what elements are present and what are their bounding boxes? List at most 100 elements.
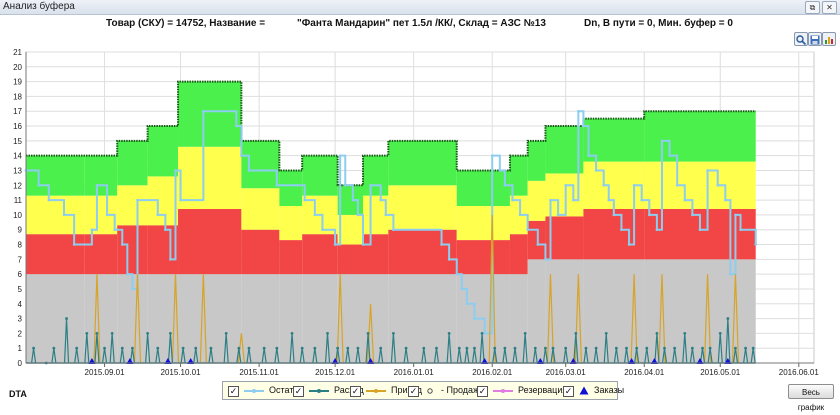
zone-yellow [644, 161, 756, 209]
point-ostatok [235, 124, 238, 128]
legend-checkbox[interactable]: ✓ [293, 386, 304, 397]
point-ostatok [313, 213, 317, 217]
point-rashod [473, 346, 476, 350]
point-ostatok [571, 198, 575, 202]
y-tick-label: 1 [18, 344, 23, 353]
y-tick-label: 15 [13, 137, 22, 146]
point-ostatok [460, 287, 464, 291]
legend-item-zakazy[interactable]: ✓ Заказы [563, 384, 624, 397]
point-ostatok [549, 198, 552, 202]
point-ostatok [587, 154, 590, 157]
zone-gray [509, 274, 528, 363]
zone-gray [302, 274, 338, 363]
point-rashod [181, 346, 185, 350]
point-rashod [683, 331, 687, 335]
legend-item-ostatok[interactable]: ✓ Остаток [228, 384, 302, 397]
full-chart-button[interactable]: Весь график [788, 384, 834, 412]
point-ostatok [577, 109, 580, 113]
point-rashod [574, 331, 578, 335]
legend-item-prodazha[interactable]: ✓ - Продажа [408, 384, 484, 397]
zone-green [147, 126, 179, 177]
zone-green [388, 140, 457, 186]
point-ostatok [379, 198, 383, 202]
point-rashod [209, 346, 213, 350]
point-ostatok [356, 213, 360, 217]
point-ostatok [62, 213, 66, 217]
close-icon[interactable]: ✕ [822, 1, 837, 14]
point-rashod [110, 331, 114, 335]
legend-checkbox[interactable]: ✓ [408, 386, 419, 397]
x-tick-label: 2015.10.01 [161, 368, 202, 377]
point-rashod [584, 346, 588, 350]
legend-marker [579, 386, 589, 395]
point-rashod [701, 346, 704, 350]
point-ostatok [582, 124, 585, 128]
point-rashod [120, 346, 124, 350]
point-ostatok [640, 198, 644, 202]
point-rashod [635, 346, 639, 350]
point-ostatok [392, 228, 395, 232]
legend-checkbox[interactable]: ✓ [228, 386, 239, 397]
y-tick-label: 14 [13, 152, 22, 161]
point-rashod [356, 346, 360, 350]
y-tick-label: 19 [13, 78, 22, 87]
point-ostatok [607, 198, 611, 202]
point-rashod [604, 331, 608, 335]
zone-gray [545, 259, 584, 363]
zone-yellow [337, 214, 363, 245]
point-rashod [457, 346, 461, 350]
legend: ✓ Остаток ✓ Расход ✓ Приход ✓ - Продажа … [222, 381, 624, 400]
buffer-chart: 01234567891011121314151617181920212015.0… [13, 48, 819, 377]
point-rashod [247, 346, 251, 350]
zone-green [362, 155, 389, 196]
zone-yellow [456, 206, 510, 241]
point-ostatok [131, 287, 134, 291]
point-ostatok [361, 243, 365, 246]
zone-green [178, 81, 242, 147]
zone-red [26, 234, 85, 275]
point-ostatok [202, 109, 205, 113]
y-tick-label: 11 [14, 196, 23, 205]
x-tick-label: 2015.11.01 [239, 368, 279, 377]
x-tick-label: 2016.01.01 [394, 368, 435, 377]
zone-green [302, 155, 338, 196]
point-ostatok [675, 183, 679, 187]
zone-gray [84, 274, 118, 363]
point-ostatok [729, 272, 732, 276]
point-rashod [75, 346, 79, 350]
point-ostatok [169, 258, 172, 261]
point-rashod [663, 346, 666, 350]
point-rashod [544, 346, 547, 350]
point-rashod [224, 331, 228, 335]
point-ostatok [384, 213, 388, 217]
point-rashod [275, 346, 279, 350]
point-rashod [551, 346, 555, 350]
y-tick-label: 6 [18, 270, 23, 279]
point-rashod [65, 317, 68, 320]
legend-marker [243, 388, 264, 393]
point-ostatok [240, 154, 243, 157]
point-rashod [290, 331, 294, 335]
point-ostatok [734, 213, 737, 217]
zone-green [84, 155, 118, 196]
point-rashod [95, 331, 99, 335]
restore-icon[interactable]: ⧉ [805, 1, 820, 14]
y-tick-label: 4 [18, 300, 23, 309]
y-tick-label: 20 [13, 63, 22, 72]
legend-checkbox[interactable]: ✓ [350, 386, 361, 397]
x-tick-label: 2015.09.01 [85, 368, 126, 377]
point-ostatok [632, 183, 636, 187]
zone-gray [527, 259, 546, 363]
legend-item-rezervatsiya[interactable]: ✓ Резервация [477, 384, 567, 397]
point-rashod [237, 346, 241, 350]
zone-yellow [388, 185, 457, 230]
point-ostatok [455, 272, 459, 276]
point-ostatok [447, 258, 451, 261]
y-tick-label: 3 [18, 315, 23, 324]
point-rashod [614, 346, 618, 350]
legend-checkbox[interactable]: ✓ [477, 386, 488, 397]
x-tick-label: 2015.12.01 [315, 368, 356, 377]
point-rashod [146, 331, 150, 335]
point-rashod [313, 346, 317, 350]
legend-checkbox[interactable]: ✓ [563, 386, 574, 397]
